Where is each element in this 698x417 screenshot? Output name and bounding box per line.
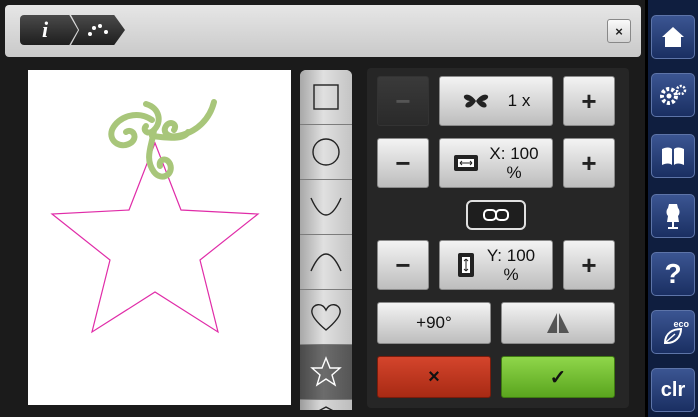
vertical-scale-icon bbox=[457, 253, 474, 277]
help-button[interactable]: ? bbox=[651, 252, 695, 296]
minus-label: − bbox=[395, 147, 411, 178]
confirm-icon: ✓ bbox=[549, 366, 567, 389]
y-scale-minus-button[interactable]: − bbox=[377, 240, 429, 290]
close-button[interactable]: × bbox=[607, 19, 631, 43]
cancel-button[interactable]: × bbox=[377, 356, 491, 398]
info-tab[interactable]: i bbox=[20, 15, 78, 45]
plus-label: + bbox=[581, 249, 597, 280]
settings-icon bbox=[660, 84, 687, 105]
right-sidebar: ? eco clr bbox=[648, 0, 698, 417]
swirl-motif bbox=[108, 99, 217, 180]
help-icon: ? bbox=[664, 258, 682, 289]
shape-square-button[interactable] bbox=[300, 70, 352, 125]
rotate-90-button[interactable]: +90° bbox=[377, 302, 491, 344]
settings-button[interactable] bbox=[651, 73, 695, 117]
home-icon bbox=[662, 27, 684, 47]
eco-leaf-icon bbox=[663, 327, 683, 344]
confirm-button[interactable]: ✓ bbox=[501, 356, 615, 398]
repeat-plus-button[interactable]: + bbox=[563, 76, 615, 126]
design-preview bbox=[50, 99, 260, 334]
minus-label: − bbox=[395, 85, 411, 116]
mirror-icon bbox=[547, 313, 569, 333]
shape-arc-down-button[interactable] bbox=[300, 180, 352, 235]
x-scale-minus-button[interactable]: − bbox=[377, 138, 429, 188]
arc-down-icon bbox=[310, 197, 342, 216]
embroidery-canvas[interactable] bbox=[28, 70, 291, 405]
horizontal-scale-icon bbox=[454, 155, 479, 171]
mirror-button[interactable] bbox=[501, 302, 615, 344]
rotate-label: +90° bbox=[416, 313, 452, 332]
repeat-count-display[interactable]: 1 x bbox=[439, 76, 553, 126]
y-scale-display[interactable]: Y: 100 % bbox=[439, 240, 553, 290]
circle-icon bbox=[312, 138, 340, 166]
shape-selector bbox=[300, 70, 352, 410]
scroll-down-handle[interactable] bbox=[300, 400, 352, 410]
edit-controls-panel: − 1 x + − X: 100 % + − Y: 100 % + +90° ×… bbox=[367, 68, 629, 408]
cancel-icon: × bbox=[428, 365, 440, 388]
y-scale-value: Y: 100 bbox=[486, 246, 536, 265]
home-button[interactable] bbox=[651, 15, 695, 59]
shape-circle-button[interactable] bbox=[300, 125, 352, 180]
proportional-lock-toggle[interactable] bbox=[466, 200, 526, 230]
link-icon bbox=[483, 209, 509, 221]
clear-label: clr bbox=[660, 378, 686, 401]
x-scale-plus-button[interactable]: + bbox=[563, 138, 615, 188]
plus-label: + bbox=[581, 147, 597, 178]
shape-arc-up-button[interactable] bbox=[300, 235, 352, 290]
y-scale-unit: % bbox=[503, 265, 519, 284]
star-icon bbox=[310, 356, 342, 387]
clear-button[interactable]: clr bbox=[651, 368, 695, 412]
x-scale-unit: % bbox=[506, 163, 522, 182]
x-scale-display[interactable]: X: 100 % bbox=[439, 138, 553, 188]
arc-dots-icon bbox=[88, 24, 108, 36]
dialog-frame: i × − 1 x + − X: 100 % + − Y: 100 % + +9… bbox=[0, 0, 645, 417]
arc-edit-tab[interactable] bbox=[71, 15, 125, 45]
close-icon: × bbox=[615, 23, 623, 39]
info-label: i bbox=[41, 17, 49, 42]
book-icon bbox=[662, 147, 684, 165]
x-scale-value: X: 100 bbox=[489, 144, 539, 163]
butterfly-icon bbox=[463, 94, 488, 108]
chevron-up-icon bbox=[318, 406, 334, 410]
top-bar: i × bbox=[5, 5, 641, 57]
eco-button[interactable]: eco bbox=[651, 310, 695, 354]
plus-label: + bbox=[581, 85, 597, 116]
dress-form-icon bbox=[666, 204, 680, 229]
arc-up-icon bbox=[310, 253, 342, 272]
y-scale-plus-button[interactable]: + bbox=[563, 240, 615, 290]
repeat-minus-button[interactable]: − bbox=[377, 76, 429, 126]
repeat-count-value: 1 x bbox=[507, 91, 531, 110]
sewing-consultant-button[interactable] bbox=[651, 194, 695, 238]
minus-label: − bbox=[395, 249, 411, 280]
shape-heart-button[interactable] bbox=[300, 290, 352, 345]
shape-star-button[interactable] bbox=[300, 345, 352, 400]
heart-icon bbox=[311, 304, 341, 331]
guide-button[interactable] bbox=[651, 134, 695, 178]
square-icon bbox=[313, 84, 339, 110]
